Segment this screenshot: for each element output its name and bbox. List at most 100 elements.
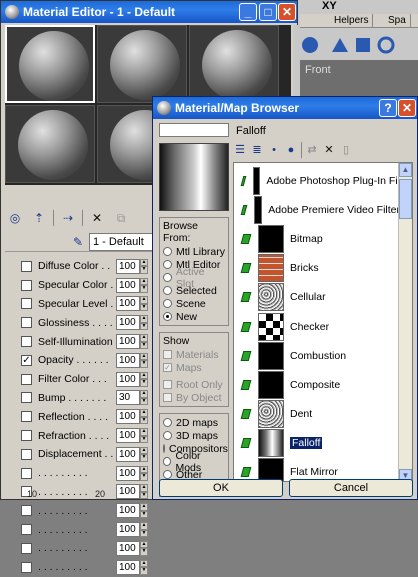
map-list-item[interactable]: Dent [234,399,400,429]
map-amount-field[interactable]: 100 [116,409,140,425]
radio-button[interactable] [163,431,172,440]
get-material-icon[interactable]: ◎ [5,209,25,227]
tab-spacewarps[interactable]: Spa [384,14,411,28]
map-amount-spinner[interactable]: ▲ ▼ [140,559,148,575]
map-amount-field[interactable]: 100 [116,540,140,556]
map-enable-checkbox[interactable] [21,411,32,423]
map-amount-field[interactable]: 100 [116,277,140,293]
sample-slot-3[interactable] [189,25,279,103]
checkbox[interactable] [163,393,172,402]
map-amount-spinner[interactable]: ▲ ▼ [140,334,148,350]
view-small-icons-icon[interactable]: • [267,143,281,157]
axis-constraint-label[interactable]: XY [322,0,337,12]
map-amount-field[interactable]: 100 [116,296,140,312]
map-list-item[interactable]: Checker [234,312,400,342]
show-option[interactable]: Root Only [163,378,225,391]
map-list-item[interactable]: Falloff [234,428,400,458]
view-large-icons-icon[interactable]: ● [284,143,298,157]
radio-button[interactable] [163,457,172,466]
map-enable-checkbox[interactable] [21,260,32,272]
radio-button[interactable] [163,273,172,282]
map-enable-checkbox[interactable] [21,336,32,348]
map-amount-spinner[interactable]: ▲ ▼ [140,315,148,331]
map-enable-checkbox[interactable] [21,430,32,442]
map-amount-spinner[interactable]: ▲ ▼ [140,522,148,538]
map-amount-field[interactable]: 100 [116,465,140,481]
map-enable-checkbox[interactable] [21,317,32,329]
filter-option[interactable]: Color Mods [163,450,225,474]
update-scene-materials-icon[interactable]: ⇄ [305,143,319,157]
map-amount-spinner[interactable]: ▲ ▼ [140,409,148,425]
sample-slot-2[interactable] [97,25,187,103]
assign-material-icon[interactable]: ⇢ [58,209,78,227]
maximize-button[interactable]: □ [259,3,277,21]
map-amount-spinner[interactable]: ▲ ▼ [140,390,148,406]
map-enable-checkbox[interactable] [21,298,32,310]
map-amount-spinner[interactable]: ▲ ▼ [140,258,148,274]
browse-from-option[interactable]: Scene [163,297,225,310]
checkbox[interactable]: ✓ [163,363,172,372]
map-enable-checkbox[interactable] [21,561,32,573]
map-enable-checkbox[interactable] [21,542,32,554]
browse-from-option[interactable]: Selected [163,284,225,297]
map-amount-spinner[interactable]: ▲ ▼ [140,465,148,481]
close-button[interactable]: ✕ [398,99,416,117]
browse-from-option[interactable]: Active Slot [163,266,225,290]
map-list-item[interactable]: Composite [234,370,400,400]
radio-button[interactable] [163,418,172,427]
sample-slot-1[interactable] [5,25,95,103]
map-list-item[interactable]: Cellular [234,282,400,312]
radio-button[interactable] [163,470,172,479]
map-amount-field[interactable]: 100 [116,446,140,462]
map-amount-field[interactable]: 100 [116,559,140,575]
map-amount-spinner[interactable]: ▲ ▼ [140,540,148,556]
list-scrollbar[interactable]: ▲ ▼ [398,163,412,481]
reset-map-icon[interactable]: ✕ [87,209,107,227]
map-amount-spinner[interactable]: ▲ ▼ [140,371,148,387]
primitive-icons[interactable] [300,30,418,60]
checkbox[interactable] [163,380,172,389]
scroll-thumb[interactable] [399,179,412,219]
map-amount-spinner[interactable]: ▲ ▼ [140,446,148,462]
map-amount-spinner[interactable]: ▲ ▼ [140,277,148,293]
tab-helpers[interactable]: Helpers [330,14,374,28]
map-amount-field[interactable]: 100 [116,503,140,519]
ok-button[interactable]: OK [159,479,283,497]
map-list-item[interactable]: Bricks [234,253,400,283]
show-option[interactable]: By Object [163,391,225,404]
map-list-item[interactable]: Adobe Premiere Video Filter [234,195,400,225]
viewport-label[interactable]: Front [305,64,331,76]
browse-from-option[interactable]: New [163,310,225,323]
copy-material-icon[interactable]: ⧉ [111,209,131,227]
show-option[interactable]: ✓ Maps [163,361,225,374]
show-option[interactable]: Materials [163,348,225,361]
radio-button[interactable] [163,260,172,269]
filter-option[interactable]: 3D maps [163,429,225,442]
radio-button[interactable] [163,299,172,308]
checkbox[interactable] [163,350,172,359]
map-amount-field[interactable]: 30 [116,390,140,406]
map-enable-checkbox[interactable] [21,279,32,291]
radio-button[interactable] [163,312,172,321]
cancel-button[interactable]: Cancel [289,479,413,497]
radio-button[interactable] [163,286,172,295]
pick-material-icon[interactable]: ✎ [71,233,85,251]
map-amount-field[interactable]: 100 [116,315,140,331]
close-button[interactable]: ✕ [278,3,296,21]
sample-slot-4[interactable] [5,105,95,183]
map-enable-checkbox[interactable] [21,467,32,479]
view-list-icons-icon[interactable]: ≣ [250,143,264,157]
map-list-item[interactable]: Bitmap [234,224,400,254]
minimize-button[interactable]: _ [239,3,257,21]
map-amount-spinner[interactable]: ▲ ▼ [140,428,148,444]
browser-titlebar[interactable]: Material/Map Browser ? ✕ [153,97,417,119]
clear-library-icon[interactable]: ▯ [339,143,353,157]
filter-option[interactable]: 2D maps [163,416,225,429]
map-amount-field[interactable]: 100 [116,428,140,444]
material-editor-titlebar[interactable]: Material Editor - 1 - Default _ □ ✕ [1,1,297,23]
map-amount-spinner[interactable]: ▲ ▼ [140,352,148,368]
map-amount-field[interactable]: 100 [116,371,140,387]
scroll-up-button[interactable]: ▲ [399,163,412,177]
radio-button[interactable] [163,247,172,256]
map-enable-checkbox[interactable]: ✓ [21,354,32,366]
